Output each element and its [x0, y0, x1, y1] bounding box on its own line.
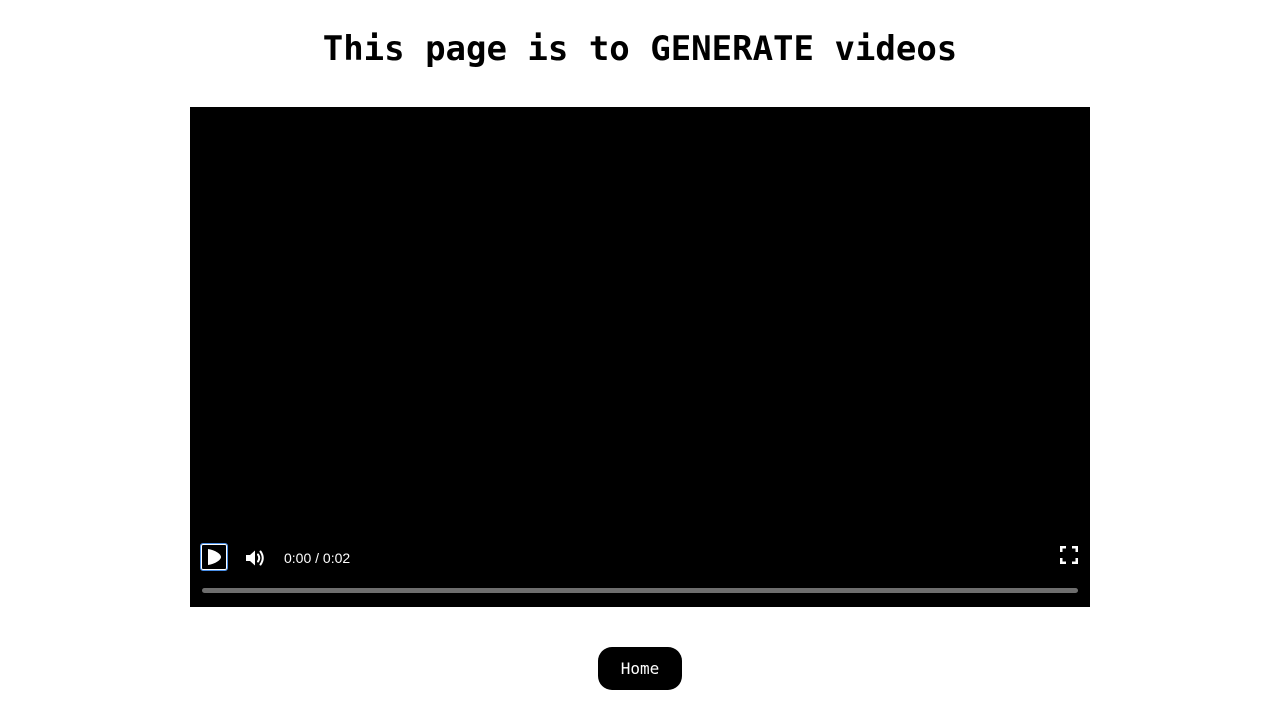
volume-icon — [246, 550, 264, 566]
video-controls: 0:00 / 0:02 — [190, 537, 1090, 607]
page-title: This page is to GENERATE videos — [322, 29, 958, 69]
fullscreen-button[interactable] — [1058, 543, 1080, 567]
video-surface[interactable] — [190, 107, 1090, 537]
video-player[interactable]: 0:00 / 0:02 — [190, 107, 1090, 607]
time-display: 0:00 / 0:02 — [284, 550, 351, 566]
mute-button[interactable] — [242, 545, 268, 571]
play-button[interactable] — [200, 543, 228, 571]
play-icon — [208, 549, 221, 565]
home-button[interactable]: Home — [598, 647, 682, 690]
fullscreen-icon — [1060, 546, 1078, 564]
progress-bar[interactable] — [202, 588, 1078, 593]
